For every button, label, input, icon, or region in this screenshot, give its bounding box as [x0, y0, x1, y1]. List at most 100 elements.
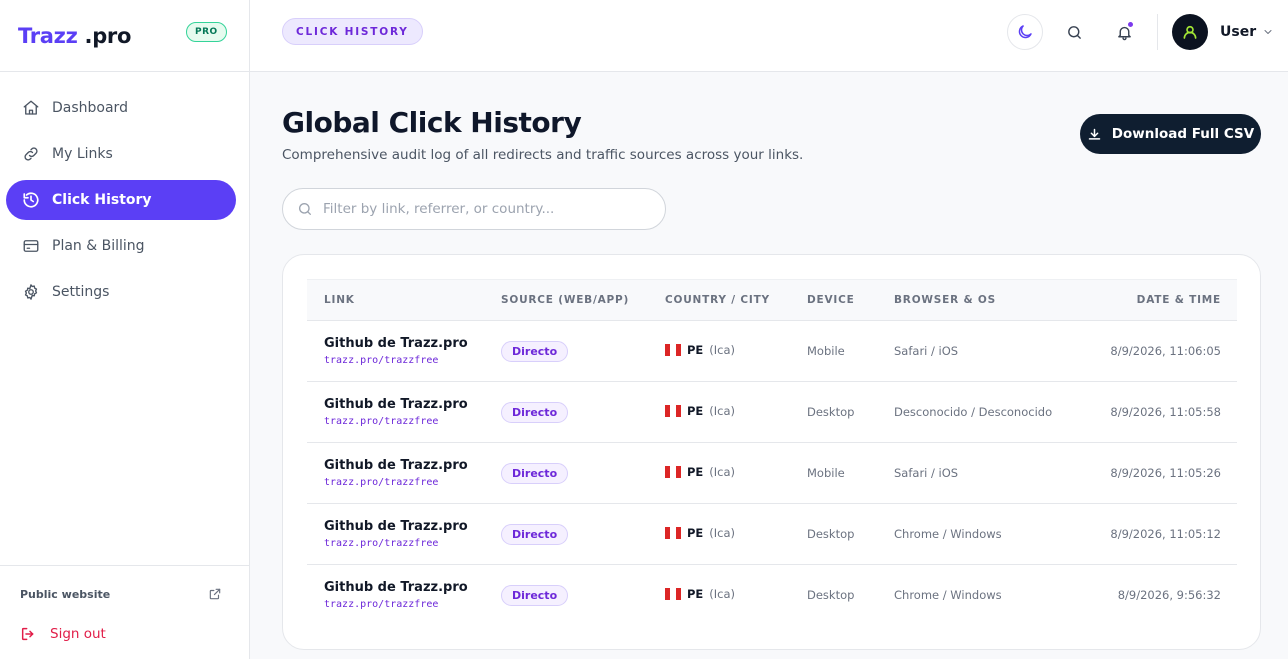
- device-type: Mobile: [807, 344, 845, 358]
- download-csv-label: Download Full CSV: [1111, 126, 1255, 142]
- logout-icon: [21, 627, 34, 641]
- sidebar-item-my-links[interactable]: My Links: [6, 134, 236, 174]
- link-name[interactable]: Github de Trazz.pro: [324, 336, 468, 351]
- device-type: Desktop: [807, 405, 855, 419]
- link-name[interactable]: Github de Trazz.pro: [324, 580, 468, 595]
- search-button[interactable]: [1056, 14, 1092, 50]
- user-icon: [1183, 25, 1197, 39]
- city-name: (Ica): [709, 465, 736, 479]
- search-icon: [1067, 25, 1081, 39]
- source-badge: Directo: [501, 585, 569, 606]
- link-name[interactable]: Github de Trazz.pro: [324, 397, 468, 412]
- city-name: (Ica): [709, 404, 736, 418]
- table-header: LINK SOURCE (WEB/APP) COUNTRY / CITY DEV…: [307, 279, 1237, 321]
- download-csv-button[interactable]: Download Full CSV: [1080, 114, 1261, 154]
- column-header-link: LINK: [324, 294, 355, 306]
- public-website-link[interactable]: Public website: [20, 588, 110, 601]
- sidebar-item-label: My Links: [52, 146, 113, 162]
- source-badge: Directo: [501, 463, 569, 484]
- sidebar: Trazz .pro PRO Dashboard My Links Click …: [0, 0, 250, 659]
- sign-out-button[interactable]: Sign out: [20, 626, 106, 642]
- sidebar-item-label: Click History: [52, 192, 152, 208]
- sidebar-item-label: Dashboard: [52, 100, 128, 116]
- sidebar-item-label: Settings: [52, 284, 110, 300]
- country-code: PE: [687, 526, 704, 540]
- country-code: PE: [687, 343, 704, 357]
- link-url[interactable]: trazz.pro/trazzfree: [324, 538, 438, 549]
- click-history-table: LINK SOURCE (WEB/APP) COUNTRY / CITY DEV…: [307, 279, 1237, 626]
- city-name: (Ica): [709, 343, 736, 357]
- peru-flag-icon: [665, 344, 681, 356]
- credit-card-icon: [23, 240, 39, 252]
- sidebar-item-label: Plan & Billing: [52, 238, 145, 254]
- country-code: PE: [687, 404, 704, 418]
- click-datetime: 8/9/2026, 11:06:05: [1110, 344, 1221, 358]
- filter-search-box[interactable]: [282, 188, 666, 230]
- device-type: Mobile: [807, 466, 845, 480]
- user-name[interactable]: User: [1220, 24, 1256, 40]
- theme-toggle-button[interactable]: [1007, 14, 1043, 50]
- source-badge: Directo: [501, 524, 569, 545]
- sidebar-footer: Public website Sign out: [0, 565, 249, 659]
- country-code: PE: [687, 465, 704, 479]
- link-url[interactable]: trazz.pro/trazzfree: [324, 477, 438, 488]
- link-url[interactable]: trazz.pro/trazzfree: [324, 416, 438, 427]
- page-title: Global Click History: [282, 106, 582, 139]
- link-url[interactable]: trazz.pro/trazzfree: [324, 599, 438, 610]
- country-cell: PE (Ica): [665, 587, 735, 601]
- country-cell: PE (Ica): [665, 465, 735, 479]
- peru-flag-icon: [665, 466, 681, 478]
- sidebar-item-dashboard[interactable]: Dashboard: [6, 88, 236, 128]
- page-subtitle: Comprehensive audit log of all redirects…: [282, 147, 804, 163]
- avatar[interactable]: [1172, 14, 1208, 50]
- country-cell: PE (Ica): [665, 343, 735, 357]
- table-row[interactable]: Github de Trazz.pro trazz.pro/trazzfree …: [307, 565, 1237, 626]
- sidebar-nav: Dashboard My Links Click History Plan & …: [0, 72, 249, 312]
- source-badge: Directo: [501, 402, 569, 423]
- download-icon: [1088, 128, 1101, 140]
- brand-logo[interactable]: Trazz .pro: [18, 24, 131, 48]
- table-row[interactable]: Github de Trazz.pro trazz.pro/trazzfree …: [307, 443, 1237, 504]
- table-row[interactable]: Github de Trazz.pro trazz.pro/trazzfree …: [307, 382, 1237, 443]
- chevron-down-icon[interactable]: [1262, 26, 1274, 38]
- country-cell: PE (Ica): [665, 404, 735, 418]
- table-body: Github de Trazz.pro trazz.pro/trazzfree …: [307, 321, 1237, 626]
- link-name[interactable]: Github de Trazz.pro: [324, 519, 468, 534]
- link-url[interactable]: trazz.pro/trazzfree: [324, 355, 438, 366]
- moon-icon: [1018, 25, 1032, 39]
- sidebar-item-settings[interactable]: Settings: [6, 272, 236, 312]
- external-link-icon[interactable]: [208, 587, 222, 601]
- click-datetime: 8/9/2026, 11:05:12: [1110, 527, 1221, 541]
- browser-os: Chrome / Windows: [894, 588, 1002, 602]
- brand-header: Trazz .pro PRO: [0, 0, 249, 72]
- brand-name-part1: Trazz: [18, 23, 78, 48]
- table-row[interactable]: Github de Trazz.pro trazz.pro/trazzfree …: [307, 504, 1237, 565]
- history-icon: [23, 192, 39, 208]
- column-header-browser: BROWSER & OS: [894, 294, 996, 306]
- click-datetime: 8/9/2026, 11:05:26: [1110, 466, 1221, 480]
- browser-os: Safari / iOS: [894, 466, 959, 480]
- gear-icon: [24, 284, 38, 300]
- sidebar-item-click-history[interactable]: Click History: [6, 180, 236, 220]
- click-datetime: 8/9/2026, 11:05:58: [1110, 405, 1221, 419]
- browser-os: Safari / iOS: [894, 344, 959, 358]
- peru-flag-icon: [665, 588, 681, 600]
- click-history-card: LINK SOURCE (WEB/APP) COUNTRY / CITY DEV…: [282, 254, 1261, 650]
- city-name: (Ica): [709, 526, 736, 540]
- click-datetime: 8/9/2026, 9:56:32: [1117, 588, 1221, 602]
- browser-os: Chrome / Windows: [894, 527, 1002, 541]
- country-code: PE: [687, 587, 704, 601]
- column-header-source: SOURCE (WEB/APP): [501, 294, 630, 306]
- brand-name-part2: .pro: [77, 23, 132, 48]
- sidebar-item-plan-billing[interactable]: Plan & Billing: [6, 226, 236, 266]
- device-type: Desktop: [807, 527, 855, 541]
- column-header-device: DEVICE: [807, 294, 855, 306]
- sign-out-label: Sign out: [50, 626, 106, 642]
- pro-badge: PRO: [186, 22, 227, 42]
- home-icon: [23, 100, 39, 115]
- filter-input[interactable]: [323, 201, 643, 217]
- link-name[interactable]: Github de Trazz.pro: [324, 458, 468, 473]
- notifications-button[interactable]: [1106, 14, 1142, 50]
- table-row[interactable]: Github de Trazz.pro trazz.pro/trazzfree …: [307, 321, 1237, 382]
- city-name: (Ica): [709, 587, 736, 601]
